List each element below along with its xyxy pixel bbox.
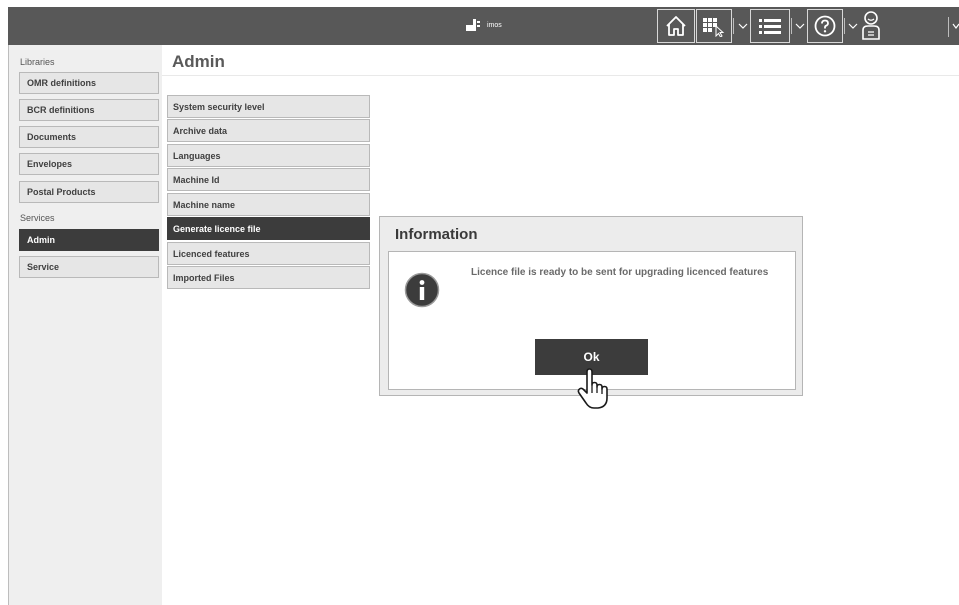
chevron-down-icon[interactable] [795, 21, 805, 31]
user-button[interactable] [859, 10, 883, 42]
sidebar-item-postal-products[interactable]: Postal Products [19, 181, 159, 203]
user-icon [862, 11, 880, 40]
hand-pointer-cursor-icon [577, 368, 608, 409]
top-bar: imos [8, 7, 959, 45]
title-divider [162, 75, 959, 76]
menu-item-generate-licence-file[interactable]: Generate licence file [167, 217, 370, 240]
home-button[interactable] [657, 9, 695, 43]
menu-item-machine-id[interactable]: Machine Id [167, 168, 370, 191]
separator [733, 18, 734, 34]
menu-item-system-security-level[interactable]: System security level [167, 95, 370, 118]
page-title: Admin [172, 52, 225, 71]
brand-logo-icon [466, 19, 480, 31]
sidebar-item-bcr-definitions[interactable]: BCR definitions [19, 99, 159, 121]
dialog-message: Licence file is ready to be sent for upg… [471, 267, 769, 278]
brand: imos [466, 19, 502, 31]
sidebar-item-documents[interactable]: Documents [19, 126, 159, 148]
menu-item-languages[interactable]: Languages [167, 144, 370, 167]
sidebar: Libraries OMR definitions BCR definition… [8, 45, 162, 605]
dialog-title: Information [395, 226, 478, 243]
chevron-down-icon[interactable] [952, 21, 959, 31]
brand-name: imos [487, 21, 502, 29]
list-icon [759, 19, 781, 34]
menu-item-machine-name[interactable]: Machine name [167, 193, 370, 216]
libraries-section-label: Libraries [20, 57, 55, 67]
separator [791, 18, 792, 34]
services-section-label: Services [20, 213, 55, 223]
menu-item-licenced-features[interactable]: Licenced features [167, 242, 370, 265]
menu-item-archive-data[interactable]: Archive data [167, 119, 370, 142]
sidebar-item-omr-definitions[interactable]: OMR definitions [19, 72, 159, 94]
list-view-button[interactable] [750, 9, 790, 43]
separator [948, 17, 949, 37]
info-icon [404, 272, 440, 308]
sidebar-item-envelopes[interactable]: Envelopes [19, 153, 159, 175]
help-icon [814, 15, 836, 37]
sidebar-item-service[interactable]: Service [19, 256, 159, 278]
home-icon [666, 16, 686, 36]
grid-select-icon [703, 18, 725, 37]
menu-item-imported-files[interactable]: Imported Files [167, 266, 370, 289]
chevron-down-icon[interactable] [848, 21, 858, 31]
grid-view-button[interactable] [696, 9, 732, 43]
sidebar-item-admin[interactable]: Admin [19, 229, 159, 251]
separator [844, 18, 845, 34]
chevron-down-icon[interactable] [738, 21, 748, 31]
help-button[interactable] [807, 9, 843, 43]
